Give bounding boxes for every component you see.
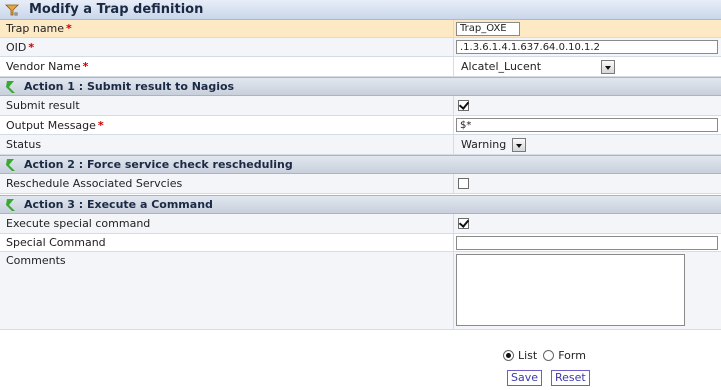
- reset-button[interactable]: Reset: [551, 370, 590, 386]
- oid-input[interactable]: [456, 40, 718, 54]
- trap-name-row: Trap name *: [0, 20, 721, 38]
- output-message-label: Output Message *: [0, 116, 454, 134]
- section-action-2-title: Action 2 : Force service check reschedul…: [24, 158, 293, 171]
- required-marker: *: [28, 40, 35, 54]
- status-label: Status: [0, 135, 454, 154]
- radio-list[interactable]: [503, 350, 514, 361]
- section-action-1: Action 1 : Submit result to Nagios: [0, 77, 721, 96]
- green-arrow-icon: [4, 158, 18, 172]
- trap-name-cell: [454, 20, 721, 37]
- section-action-3: Action 3 : Execute a Command: [0, 195, 721, 214]
- reschedule-checkbox[interactable]: [458, 178, 469, 189]
- trap-name-label-text: Trap name: [6, 22, 65, 35]
- radio-list-label: List: [518, 349, 538, 362]
- section-action-2: Action 2 : Force service check reschedul…: [0, 155, 721, 174]
- special-command-cell: [454, 234, 721, 251]
- special-command-row: Special Command: [0, 234, 721, 252]
- view-mode-radios: List Form: [503, 349, 586, 362]
- vendor-select-value: Alcatel_Lucent: [461, 60, 542, 73]
- green-arrow-icon: [4, 80, 18, 94]
- comments-label: Comments: [0, 252, 454, 329]
- vendor-label-text: Vendor Name: [6, 60, 81, 73]
- reschedule-row: Reschedule Associated Servcies: [0, 174, 721, 194]
- output-message-row: Output Message *: [0, 116, 721, 135]
- oid-cell: [454, 38, 721, 56]
- chevron-down-icon[interactable]: [512, 137, 527, 152]
- radio-form[interactable]: [543, 350, 555, 361]
- form-title-bar: Modify a Trap definition: [0, 0, 721, 20]
- special-command-label: Special Command: [0, 234, 454, 251]
- execute-cell: [454, 214, 721, 233]
- status-cell: Warning: [454, 135, 721, 154]
- execute-label: Execute special command: [0, 214, 454, 233]
- output-message-input[interactable]: [456, 118, 718, 132]
- execute-row: Execute special command: [0, 214, 721, 234]
- output-message-label-text: Output Message: [6, 118, 96, 132]
- required-marker: *: [82, 60, 89, 73]
- oid-label: OID *: [0, 38, 454, 56]
- status-row: Status Warning: [0, 135, 721, 155]
- special-command-input[interactable]: [456, 235, 718, 250]
- vendor-select[interactable]: Alcatel_Lucent: [456, 59, 616, 75]
- section-action-1-title: Action 1 : Submit result to Nagios: [24, 80, 235, 93]
- funnel-wrench-icon: [5, 3, 19, 17]
- trap-name-input[interactable]: [456, 21, 520, 36]
- status-select-value: Warning: [461, 138, 507, 151]
- submit-result-row: Submit result: [0, 96, 721, 116]
- section-action-3-title: Action 3 : Execute a Command: [24, 198, 213, 211]
- oid-label-text: OID: [6, 40, 27, 54]
- submit-result-checkbox[interactable]: [458, 100, 469, 111]
- reschedule-label: Reschedule Associated Servcies: [0, 174, 454, 193]
- radio-form-label: Form: [558, 349, 586, 362]
- green-arrow-icon: [4, 198, 18, 212]
- submit-result-cell: [454, 96, 721, 115]
- status-select[interactable]: Warning: [456, 137, 527, 153]
- required-marker: *: [66, 22, 72, 35]
- vendor-row: Vendor Name * Alcatel_Lucent: [0, 57, 721, 77]
- trap-name-label: Trap name *: [0, 20, 454, 37]
- reschedule-cell: [454, 174, 721, 193]
- comments-cell: [454, 252, 721, 326]
- chevron-down-icon[interactable]: [601, 59, 615, 74]
- output-message-cell: [454, 116, 721, 134]
- form-title: Modify a Trap definition: [29, 2, 204, 17]
- save-button[interactable]: Save: [507, 370, 543, 386]
- comments-textarea[interactable]: [456, 254, 685, 326]
- vendor-cell: Alcatel_Lucent: [454, 57, 721, 76]
- comments-row: Comments: [0, 252, 721, 330]
- submit-result-label: Submit result: [0, 96, 454, 115]
- oid-row: OID *: [0, 38, 721, 57]
- trap-form: Modify a Trap definition Trap name * OID…: [0, 0, 721, 330]
- vendor-label: Vendor Name *: [0, 57, 454, 76]
- execute-checkbox[interactable]: [458, 218, 469, 229]
- required-marker: *: [97, 118, 104, 132]
